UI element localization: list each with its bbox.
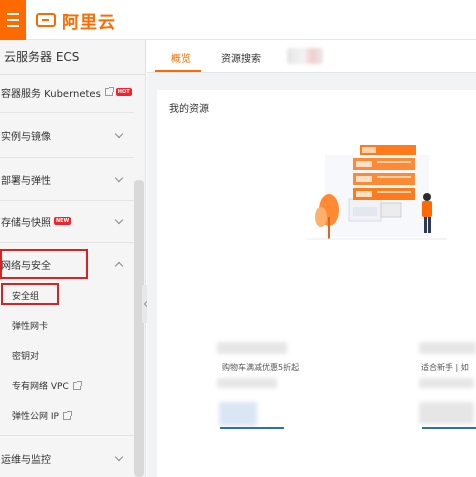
promo-left-text[interactable]: 购物车满减优惠5折起	[222, 362, 299, 373]
sidebar-item-storage-snapshot[interactable]: 存储与快照 NEW	[0, 209, 134, 233]
blurred-text	[217, 378, 277, 388]
sidebar-item-label: 部署与弹性	[1, 175, 51, 187]
sidebar-title: 云服务器 ECS	[4, 50, 80, 64]
sidebar-subitem-eni[interactable]: 弹性网卡	[12, 319, 48, 332]
sidebar-subitem-label: 弹性网卡	[12, 322, 49, 332]
blurred-text	[419, 342, 476, 354]
highlight-box-network-security	[0, 249, 88, 279]
chevron-down-icon	[114, 173, 124, 183]
sidebar-item-deploy-elastic[interactable]: 部署与弹性	[0, 167, 134, 191]
sidebar-subitem-label: 密钥对	[12, 352, 40, 362]
tab-bar: 概览 资源搜索	[147, 40, 476, 73]
promo-underline	[422, 427, 476, 429]
sidebar-item-label: 运维与监控	[1, 454, 51, 466]
promo-underline	[220, 427, 284, 429]
highlight-box-security-group	[1, 283, 59, 305]
external-link-icon	[104, 87, 114, 96]
top-bar: 阿里云	[0, 0, 476, 40]
sidebar-item-instances-images[interactable]: 实例与镜像	[0, 123, 134, 147]
sidebar-subitem-vpc[interactable]: 专有网络 VPC	[12, 379, 82, 392]
blurred-text	[419, 378, 474, 388]
aliyun-logo[interactable]: 阿里云	[36, 9, 116, 33]
sidebar-subitem-label: 弹性公网 IP	[12, 412, 59, 422]
sidebar: 云服务器 ECS 容器服务 Kubernetes HOT 实例与镜像 部署与弹性…	[0, 40, 146, 477]
sidebar-item-label: 存储与快照	[1, 217, 51, 229]
tab-overview[interactable]: 概览	[171, 50, 191, 65]
hot-badge: HOT	[115, 88, 132, 96]
tab-resource-search[interactable]: 资源搜索	[221, 50, 261, 65]
chevron-down-icon	[114, 452, 124, 462]
blurred-banner	[219, 402, 257, 426]
logo-text: 阿里云	[62, 12, 116, 33]
chevron-down-icon	[114, 215, 124, 225]
new-badge: NEW	[54, 217, 72, 225]
sidebar-subitem-eip[interactable]: 弹性公网 IP	[12, 409, 72, 422]
divider	[0, 157, 134, 158]
sidebar-item-kubernetes[interactable]: 容器服务 Kubernetes HOT	[0, 80, 134, 104]
divider	[0, 200, 134, 201]
sidebar-scrollbar[interactable]	[134, 180, 144, 477]
sidebar-item-label: 容器服务 Kubernetes	[1, 88, 101, 100]
sidebar-item-label: 实例与镜像	[1, 131, 51, 143]
menu-icon[interactable]	[0, 0, 26, 40]
blurred-text	[217, 342, 287, 354]
divider	[0, 242, 134, 243]
sidebar-subitem-key-pair[interactable]: 密钥对	[12, 349, 39, 362]
chevron-down-icon	[114, 129, 124, 139]
card-title: 我的资源	[169, 104, 209, 115]
active-tab-indicator	[155, 70, 201, 72]
chevron-up-icon	[114, 261, 124, 271]
divider	[0, 112, 134, 113]
server-illustration	[307, 145, 447, 250]
external-link-icon	[62, 410, 72, 420]
divider	[0, 435, 134, 436]
aliyun-logo-icon	[36, 13, 56, 27]
promo-right-text[interactable]: 适合新手 | 如	[421, 362, 469, 373]
external-link-icon	[72, 380, 82, 390]
my-resources-card: 我的资源 购物车满减优惠5折起 适合新手 | 如	[157, 90, 476, 477]
main-content: 概览 资源搜索 我的资源 购物车满减优惠5折起 适合新手 | 如	[147, 40, 476, 477]
sidebar-subitem-label: 专有网络 VPC	[12, 382, 69, 392]
sidebar-item-ops-monitoring[interactable]: 运维与监控	[0, 446, 134, 470]
blurred-tab	[287, 48, 323, 64]
divider	[0, 74, 146, 75]
blurred-banner	[419, 402, 474, 424]
